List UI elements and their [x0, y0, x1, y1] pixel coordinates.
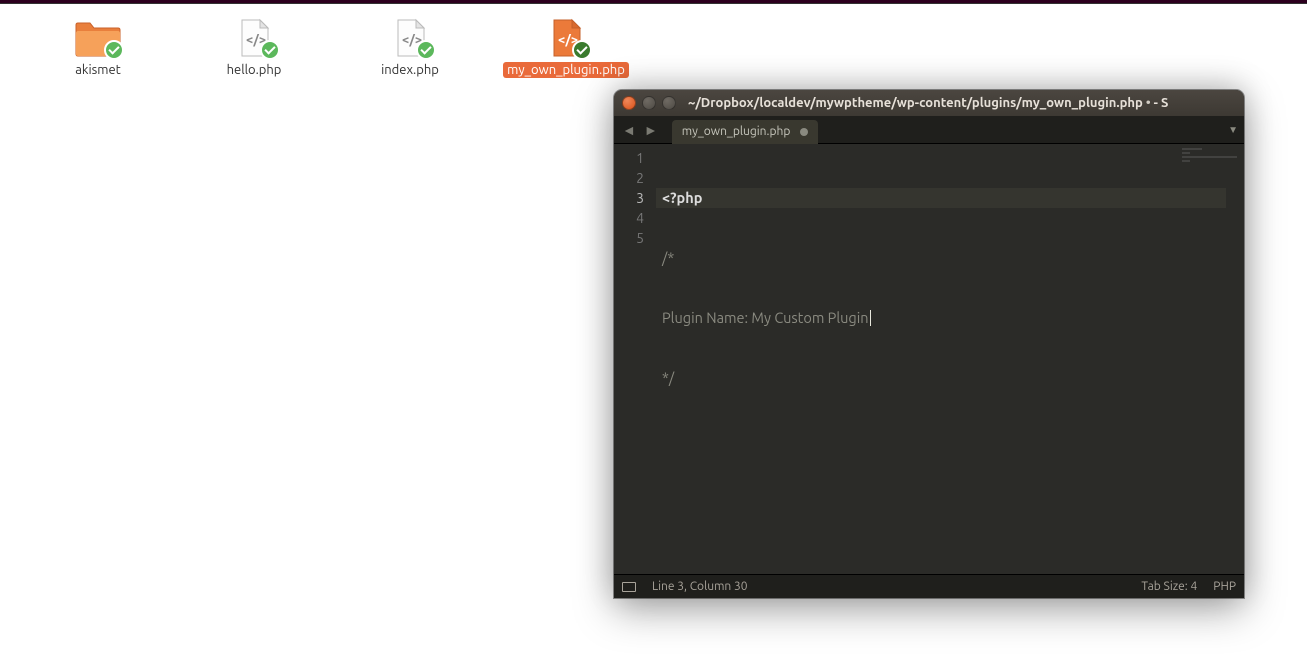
- sync-ok-badge-icon: [260, 40, 280, 60]
- file-label: my_own_plugin.php: [503, 62, 629, 78]
- window-titlebar[interactable]: ~/Dropbox/localdev/mywptheme/wp-content/…: [614, 90, 1244, 116]
- unsaved-indicator-icon: [800, 128, 808, 136]
- status-cursor-position[interactable]: Line 3, Column 30: [652, 580, 748, 593]
- sync-ok-badge-icon: [572, 40, 592, 60]
- file-item-my-own-plugin[interactable]: </> my_own_plugin.php: [490, 18, 642, 78]
- editor-status-bar: Line 3, Column 30 Tab Size: 4 PHP: [614, 574, 1244, 598]
- sync-ok-badge-icon: [416, 40, 436, 60]
- editor-tab-label: my_own_plugin.php: [682, 125, 791, 138]
- sync-ok-badge-icon: [104, 40, 124, 60]
- file-label: index.php: [377, 62, 443, 78]
- status-tab-size[interactable]: Tab Size: 4: [1141, 580, 1197, 593]
- code-content[interactable]: <?php /* Plugin Name: My Custom Plugin *…: [656, 144, 1244, 574]
- file-item-akismet[interactable]: akismet: [22, 18, 174, 78]
- file-manager-view: akismet </> hello.php: [0, 4, 1307, 666]
- window-minimize-button[interactable]: [642, 96, 656, 110]
- window-title: ~/Dropbox/localdev/mywptheme/wp-content/…: [688, 96, 1168, 110]
- line-number-gutter: 1 2 3 4 5: [614, 144, 656, 574]
- panel-switch-icon[interactable]: [622, 582, 636, 592]
- code-editor[interactable]: 1 2 3 4 5 <?php /* Plugin Name: My Custo…: [614, 144, 1244, 574]
- file-label: akismet: [71, 62, 125, 78]
- text-editor-window: ~/Dropbox/localdev/mywptheme/wp-content/…: [614, 90, 1244, 598]
- window-close-button[interactable]: [622, 96, 636, 110]
- editor-tab-bar: ◄ ► my_own_plugin.php ▼: [614, 116, 1244, 144]
- file-grid: akismet </> hello.php: [22, 18, 642, 78]
- file-item-hello[interactable]: </> hello.php: [178, 18, 330, 78]
- status-syntax[interactable]: PHP: [1213, 580, 1236, 593]
- file-item-index[interactable]: </> index.php: [334, 18, 486, 78]
- text-cursor: [870, 310, 872, 326]
- tab-overflow-icon[interactable]: ▼: [1228, 124, 1238, 136]
- tab-history-forward-icon[interactable]: ►: [642, 122, 660, 138]
- window-maximize-button[interactable]: [662, 96, 676, 110]
- tab-history-back-icon[interactable]: ◄: [620, 122, 638, 138]
- file-label: hello.php: [223, 62, 286, 78]
- editor-tab[interactable]: my_own_plugin.php: [672, 120, 819, 144]
